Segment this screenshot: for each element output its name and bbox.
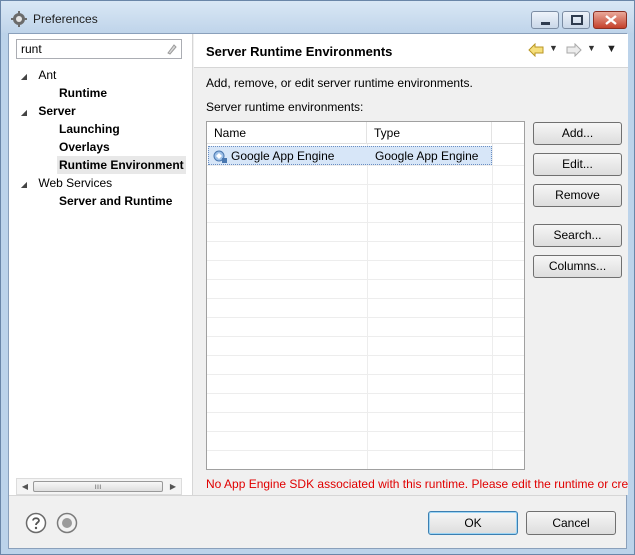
row-divider bbox=[207, 222, 524, 223]
footer-separator bbox=[9, 495, 626, 496]
table-label: Server runtime environments: bbox=[206, 100, 364, 114]
error-message: No App Engine SDK associated with this r… bbox=[206, 477, 628, 491]
view-menu-icon[interactable]: ▼ bbox=[606, 43, 617, 55]
help-icon[interactable] bbox=[25, 512, 47, 534]
table-header: Name Type bbox=[207, 122, 524, 144]
filter-input[interactable]: runt bbox=[16, 39, 182, 59]
tree-item-runtime-environment[interactable]: Runtime Environment bbox=[57, 156, 186, 174]
column-header-type[interactable]: Type bbox=[367, 122, 492, 144]
row-divider bbox=[207, 241, 524, 242]
expanded-arrow-icon[interactable]: ◢ bbox=[19, 104, 29, 122]
window-title: Preferences bbox=[33, 12, 98, 26]
remove-button[interactable]: Remove bbox=[533, 184, 622, 207]
clear-filter-icon[interactable] bbox=[165, 43, 177, 55]
back-arrow-icon[interactable] bbox=[528, 43, 544, 57]
tree-item-ant[interactable]: ◢ Ant bbox=[19, 66, 56, 84]
scrollbar-thumb[interactable]: ııı bbox=[33, 481, 163, 492]
row-divider bbox=[207, 203, 524, 204]
row-divider bbox=[207, 393, 524, 394]
cancel-button[interactable]: Cancel bbox=[526, 511, 616, 535]
record-macro-icon[interactable] bbox=[56, 512, 78, 534]
expanded-arrow-icon[interactable]: ◢ bbox=[19, 68, 29, 86]
tree-horizontal-scrollbar[interactable]: ◀ ııı ▶ bbox=[16, 478, 182, 495]
row-divider bbox=[207, 431, 524, 432]
minimize-button[interactable] bbox=[531, 11, 559, 29]
tree-item-launching[interactable]: Launching bbox=[59, 120, 120, 138]
tree-item-web-services[interactable]: ◢ Web Services bbox=[19, 174, 112, 192]
runtime-environments-table[interactable]: Name Type Google App Engine Google App E… bbox=[206, 121, 525, 470]
page-title: Server Runtime Environments bbox=[206, 44, 393, 59]
preference-page: Server Runtime Environments ▼ ▼ ▼ Add, r… bbox=[194, 34, 628, 495]
scroll-left-icon[interactable]: ◀ bbox=[19, 481, 31, 493]
maximize-button[interactable] bbox=[562, 11, 590, 29]
table-row[interactable]: Google App Engine Google App Engine bbox=[208, 146, 492, 165]
forward-arrow-icon[interactable] bbox=[566, 43, 582, 57]
row-divider bbox=[207, 336, 524, 337]
columns-button[interactable]: Columns... bbox=[533, 255, 622, 278]
tree-item-server-and-runtime[interactable]: Server and Runtime bbox=[59, 192, 172, 210]
tree-item-server[interactable]: ◢ Server bbox=[19, 102, 76, 120]
filter-input-value: runt bbox=[21, 42, 42, 56]
row-divider bbox=[207, 298, 524, 299]
dialog-body: runt ◢ Ant Runtime ◢ Server Launching Ov… bbox=[8, 33, 628, 549]
close-icon bbox=[605, 15, 617, 25]
row-divider bbox=[207, 450, 524, 451]
cell-type: Google App Engine bbox=[375, 149, 479, 163]
column-header-name[interactable]: Name bbox=[207, 122, 367, 144]
back-dropdown-icon[interactable]: ▼ bbox=[549, 43, 558, 53]
row-divider bbox=[207, 317, 524, 318]
row-divider bbox=[207, 412, 524, 413]
column-divider bbox=[367, 144, 368, 469]
close-button[interactable] bbox=[593, 11, 627, 29]
search-button[interactable]: Search... bbox=[533, 224, 622, 247]
preferences-window: Preferences runt ◢ Ant Runtime ◢ Server … bbox=[0, 0, 635, 555]
tree-item-runtime[interactable]: Runtime bbox=[59, 84, 107, 102]
row-divider bbox=[207, 260, 524, 261]
minimize-icon bbox=[541, 22, 550, 25]
scroll-right-icon[interactable]: ▶ bbox=[167, 481, 179, 493]
app-engine-server-icon bbox=[213, 150, 227, 163]
expanded-arrow-icon[interactable]: ◢ bbox=[19, 176, 29, 194]
row-divider bbox=[207, 184, 524, 185]
add-button[interactable]: Add... bbox=[533, 122, 622, 145]
preferences-gear-icon bbox=[11, 11, 27, 27]
page-description: Add, remove, or edit server runtime envi… bbox=[206, 76, 473, 90]
row-divider bbox=[207, 374, 524, 375]
forward-dropdown-icon[interactable]: ▼ bbox=[587, 43, 596, 53]
row-divider bbox=[207, 165, 524, 166]
column-divider bbox=[492, 144, 493, 469]
maximize-icon bbox=[571, 15, 583, 25]
preferences-tree-pane: runt ◢ Ant Runtime ◢ Server Launching Ov… bbox=[9, 34, 193, 495]
cell-name: Google App Engine bbox=[231, 149, 335, 163]
page-header: Server Runtime Environments ▼ ▼ ▼ bbox=[194, 34, 628, 68]
edit-button[interactable]: Edit... bbox=[533, 153, 622, 176]
tree-item-overlays[interactable]: Overlays bbox=[59, 138, 110, 156]
row-divider bbox=[207, 279, 524, 280]
row-divider bbox=[207, 355, 524, 356]
ok-button[interactable]: OK bbox=[428, 511, 518, 535]
title-bar[interactable]: Preferences bbox=[1, 1, 634, 33]
